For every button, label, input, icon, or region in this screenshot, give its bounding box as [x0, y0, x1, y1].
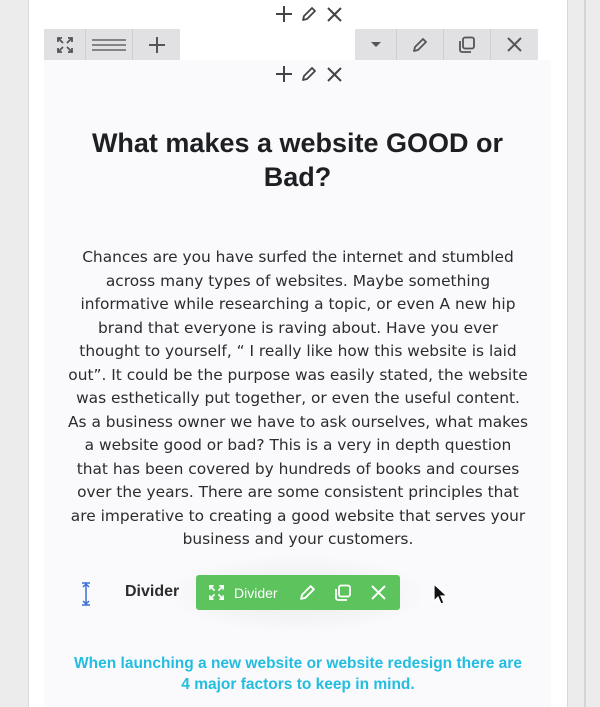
section-controls: [274, 2, 344, 26]
add-section-button[interactable]: [274, 3, 294, 25]
section-subheading[interactable]: When launching a new website or website …: [72, 653, 524, 695]
pencil-icon: [413, 37, 427, 52]
builder-right-frame: [567, 0, 600, 707]
row-toolbar-right: [355, 29, 538, 60]
edit-section-button[interactable]: [299, 3, 319, 25]
row-delete-button[interactable]: [491, 29, 538, 60]
add-column-button[interactable]: [274, 63, 294, 85]
row-expand-button[interactable]: [44, 29, 86, 60]
plus-icon: [276, 6, 292, 22]
intro-paragraph[interactable]: Chances are you have surfed the internet…: [68, 246, 528, 552]
expand-icon: [208, 585, 224, 600]
delete-section-button[interactable]: [324, 3, 344, 25]
plus-icon: [148, 36, 165, 53]
row-toolbar-left: [44, 29, 180, 60]
widget-edit-button[interactable]: [292, 575, 324, 610]
close-icon: [326, 6, 342, 22]
close-icon: [507, 37, 522, 52]
widget-move-button[interactable]: [204, 575, 228, 610]
row-drag-button[interactable]: [86, 29, 133, 60]
row-edit-button[interactable]: [397, 29, 444, 60]
column-controls: [274, 62, 344, 86]
close-icon: [371, 585, 386, 600]
divider-resize-handle[interactable]: [79, 580, 93, 608]
row-duplicate-button[interactable]: [444, 29, 491, 60]
expand-icon: [56, 36, 73, 53]
row-options-dropdown[interactable]: [355, 29, 397, 60]
page-heading[interactable]: What makes a website GOOD or Bad?: [60, 126, 535, 194]
widget-type-label: Divider: [234, 584, 278, 601]
resize-vertical-icon: [82, 582, 90, 606]
scroll-rail[interactable]: [584, 0, 586, 707]
caret-down-icon: [370, 41, 381, 47]
widget-duplicate-button[interactable]: [324, 575, 362, 610]
pencil-icon: [300, 585, 315, 600]
divider-widget-toolbar: Divider: [196, 575, 400, 610]
delete-column-button[interactable]: [324, 63, 344, 85]
drag-lines-icon: [92, 38, 126, 51]
close-icon: [326, 66, 342, 82]
pencil-icon: [302, 67, 316, 81]
row-add-button[interactable]: [133, 29, 180, 60]
duplicate-icon: [334, 584, 351, 601]
widget-delete-button[interactable]: [362, 575, 396, 610]
duplicate-icon: [459, 36, 475, 53]
builder-left-frame: [0, 0, 29, 707]
pencil-icon: [302, 7, 316, 21]
plus-icon: [276, 66, 292, 82]
edit-column-button[interactable]: [299, 63, 319, 85]
